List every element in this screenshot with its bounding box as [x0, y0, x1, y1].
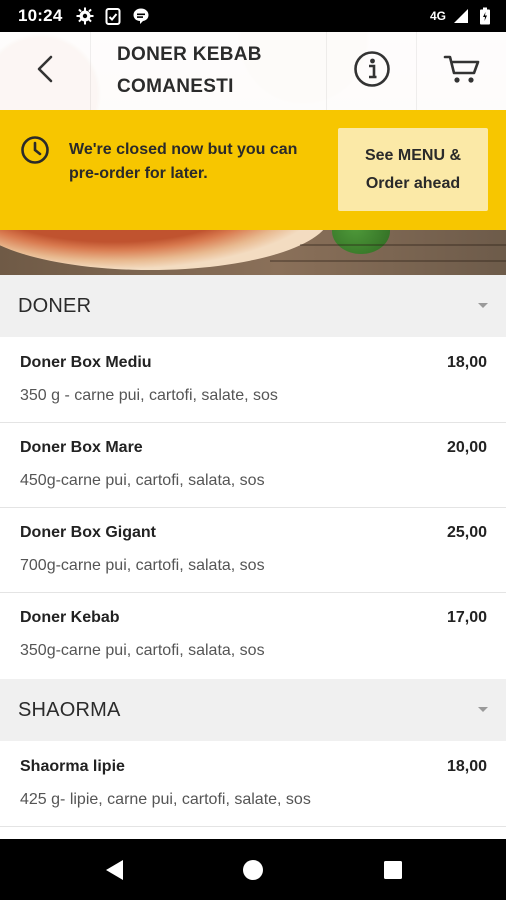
- back-arrow-icon: [34, 54, 56, 89]
- chat-icon: [132, 7, 150, 25]
- status-bar: 10:24 4G: [0, 0, 506, 32]
- title-line-2: COMANESTI: [117, 76, 234, 97]
- info-icon: [353, 50, 391, 93]
- status-icons-left: [76, 7, 150, 25]
- item-description: 700g-carne pui, cartofi, salata, sos: [20, 557, 265, 574]
- item-name: Doner Box Gigant: [20, 524, 157, 541]
- food-banner-image: [0, 230, 506, 275]
- closed-message: We're closed now but you can pre-order f…: [69, 141, 298, 182]
- section-title: SHAORMA: [18, 698, 121, 721]
- item-price: 20,00: [446, 439, 487, 456]
- item-name: Doner Box Mare: [20, 439, 143, 456]
- item-price: 25,00: [446, 524, 487, 541]
- info-button[interactable]: [326, 32, 416, 110]
- settings-icon: [76, 7, 94, 25]
- menu-item[interactable]: Doner Box Mediu 18,00 350 g - carne pui,…: [0, 338, 506, 423]
- menu-item[interactable]: Doner Kebab 17,00 350g-carne pui, cartof…: [0, 593, 506, 678]
- menu-item[interactable]: Doner Box Mare 20,00 450g-carne pui, car…: [0, 423, 506, 508]
- item-description: 450g-carne pui, cartofi, salata, sos: [20, 472, 265, 489]
- home-circle-icon[interactable]: [240, 857, 266, 883]
- section-header-shaorma[interactable]: SHAORMA: [0, 679, 506, 741]
- item-description: 350g-carne pui, cartofi, salata, sos: [20, 642, 265, 659]
- item-name: Doner Kebab: [20, 609, 120, 626]
- item-price: 18,00: [446, 758, 487, 775]
- network-type: 4G: [429, 9, 446, 23]
- item-name: Doner Box Mediu: [20, 354, 152, 371]
- item-name: Shaorma lipie: [20, 758, 125, 775]
- section-header-doner[interactable]: DONER: [0, 275, 506, 337]
- back-triangle-icon[interactable]: [101, 857, 127, 883]
- basil-leaf-image: [332, 230, 390, 254]
- section-title: DONER: [18, 294, 92, 317]
- cart-icon: [443, 53, 481, 90]
- order-button-line-1: See MENU &: [364, 146, 462, 164]
- menu-item[interactable]: Shaorma lipie 18,00 425 g- lipie, carne …: [0, 742, 506, 827]
- system-nav-bar: [0, 839, 506, 900]
- item-description: 425 g- lipie, carne pui, cartofi, salate…: [20, 791, 311, 808]
- item-price: 18,00: [446, 354, 487, 371]
- app-header: DONER KEBAB COMANESTI: [0, 32, 506, 110]
- order-button-line-2: Order ahead: [365, 174, 461, 192]
- battery-icon: [476, 7, 494, 25]
- item-price: 17,00: [446, 609, 487, 626]
- closed-banner: We're closed now but you can pre-order f…: [0, 110, 506, 230]
- status-icons-right: 4G: [430, 7, 494, 25]
- title-line-1: DONER KEBAB: [117, 44, 262, 65]
- item-description: 350 g - carne pui, cartofi, salate, sos: [20, 387, 278, 404]
- see-menu-order-ahead-button[interactable]: See MENU & Order ahead: [338, 128, 488, 211]
- clock-icon: [20, 135, 50, 170]
- pizza-image: [0, 230, 330, 270]
- menu-item[interactable]: Doner Box Gigant 25,00 700g-carne pui, c…: [0, 508, 506, 593]
- cart-button[interactable]: [416, 32, 506, 110]
- signal-icon: [452, 7, 470, 25]
- recents-square-icon[interactable]: [380, 857, 406, 883]
- clipboard-icon: [104, 7, 122, 25]
- chevron-down-icon: [478, 707, 488, 712]
- back-button[interactable]: [0, 32, 90, 110]
- restaurant-title: DONER KEBAB COMANESTI: [90, 32, 326, 110]
- chevron-down-icon: [478, 303, 488, 308]
- status-time: 10:24: [18, 6, 63, 25]
